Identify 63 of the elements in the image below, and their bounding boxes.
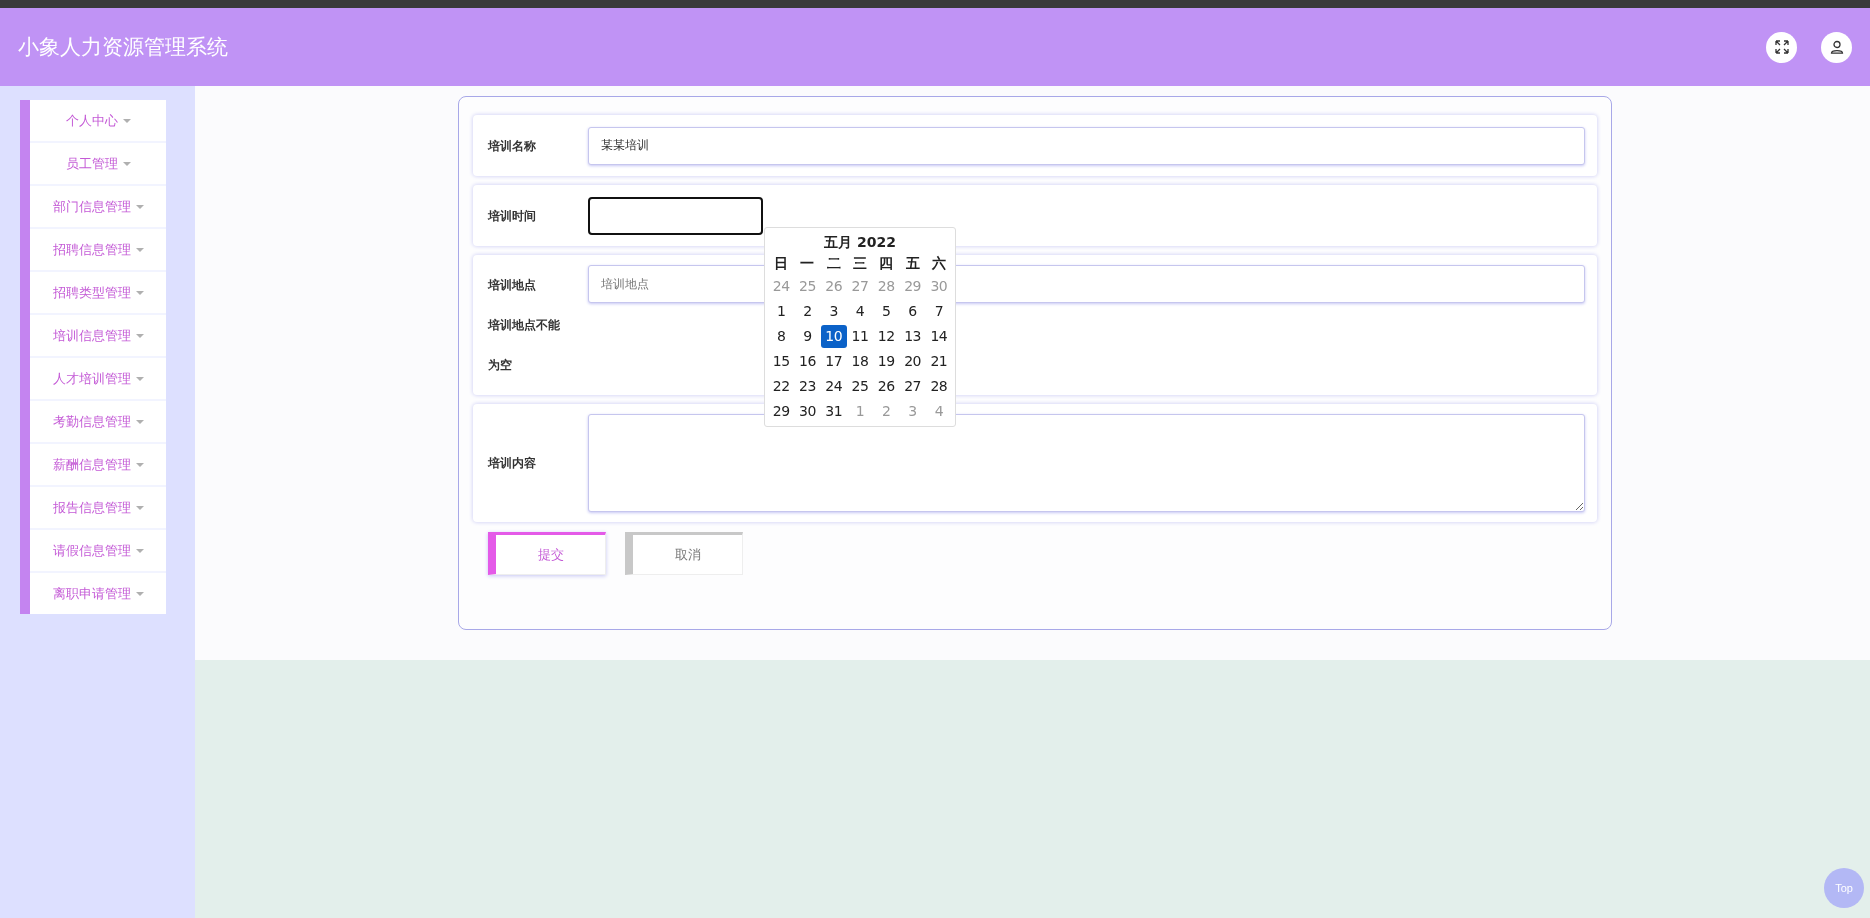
menu-item[interactable]: 部门信息管理 (30, 186, 166, 227)
caret-icon (135, 591, 144, 596)
menu-item[interactable]: 离职申请管理 (30, 573, 166, 614)
fullscreen-button[interactable] (1766, 31, 1797, 63)
menu-item[interactable]: 考勤信息管理 (30, 401, 166, 442)
day-cell[interactable]: 20 (899, 349, 926, 373)
day-cell[interactable]: 24 (820, 374, 847, 398)
day-cell[interactable]: 10 (820, 324, 847, 348)
day-cell[interactable]: 12 (873, 324, 900, 348)
menu-item[interactable]: 请假信息管理 (30, 530, 166, 571)
day-cell[interactable]: 9 (794, 324, 821, 348)
menu-item[interactable]: 招聘信息管理 (30, 229, 166, 270)
caret-icon (135, 333, 144, 338)
user-button[interactable] (1821, 31, 1852, 63)
caret-icon (122, 118, 131, 123)
month-title: 五月 2022 (823, 233, 897, 252)
day-cell[interactable]: 11 (846, 324, 874, 348)
day-cell[interactable]: 22 (768, 374, 795, 398)
day-cell[interactable]: 14 (925, 324, 952, 348)
menu-item[interactable]: 个人中心 (30, 100, 166, 141)
menu-item[interactable]: 员工管理 (30, 143, 166, 184)
menu-item[interactable]: 报告信息管理 (30, 487, 166, 528)
user-icon (1829, 40, 1844, 54)
day-cell[interactable]: 21 (925, 349, 952, 373)
caret-icon (122, 161, 131, 166)
date-input-field[interactable] (588, 196, 763, 235)
caret-icon (135, 247, 144, 252)
menu-item[interactable]: 人才培训管理 (30, 358, 166, 399)
caret-icon (135, 290, 144, 295)
day-cell[interactable]: 28 (925, 374, 952, 398)
day-cell[interactable]: 16 (794, 349, 821, 373)
day-cell[interactable]: 31 (820, 399, 847, 423)
caret-icon (135, 204, 144, 209)
field-label: 培训名称 (488, 137, 537, 155)
error-message: 培训地点不能为空 (488, 317, 561, 374)
input-field[interactable]: 某某培训 (588, 126, 1585, 165)
menu-item[interactable]: 薪酬信息管理 (30, 444, 166, 485)
day-cell[interactable]: 19 (873, 349, 900, 373)
day-cell[interactable]: 29 (768, 399, 795, 423)
expand-arrows-icon (1774, 40, 1789, 54)
day-cell[interactable]: 23 (794, 374, 821, 398)
submit-button[interactable]: 提交 (488, 532, 606, 575)
caret-icon (135, 462, 144, 467)
caret-icon (135, 419, 144, 424)
cancel-button[interactable]: 取消 (625, 532, 743, 575)
field-label: 培训地点 (488, 277, 537, 294)
day-cell[interactable]: 25 (846, 374, 874, 398)
caret-icon (135, 376, 144, 381)
day-cell[interactable]: 27 (899, 374, 926, 398)
day-cell[interactable]: 17 (820, 349, 847, 373)
menu-item[interactable]: 培训信息管理 (30, 315, 166, 356)
day-cell[interactable]: 8 (768, 324, 795, 348)
day-cell[interactable]: 30 (794, 399, 821, 423)
day-cell[interactable]: 26 (873, 374, 900, 398)
day-cell[interactable]: 18 (846, 349, 874, 373)
app-title: 小象人力资源管理系统 (18, 34, 228, 61)
field-label: 培训内容 (488, 455, 537, 472)
menu-item[interactable]: 招聘类型管理 (30, 272, 166, 313)
day-cell[interactable]: 15 (768, 349, 795, 373)
caret-icon (135, 548, 144, 553)
caret-icon (135, 505, 144, 510)
day-cell[interactable]: 13 (899, 324, 926, 348)
field-label: 培训时间 (488, 207, 537, 225)
